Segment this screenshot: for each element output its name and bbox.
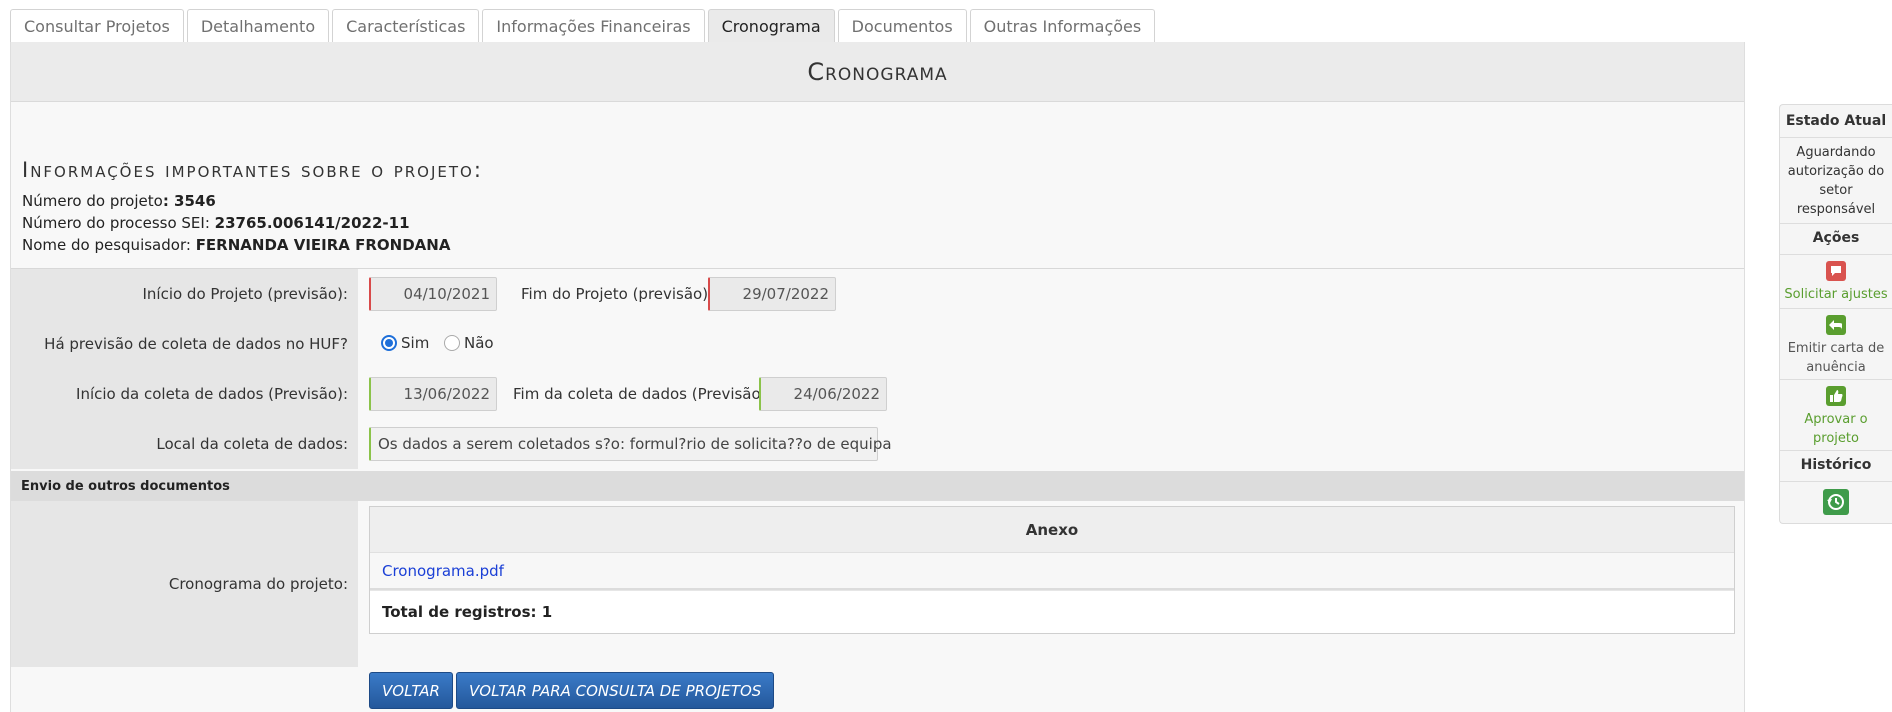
location-field[interactable]: Os dados a serem coletados s?o: formul?r… <box>369 427 892 461</box>
radio-sim-indicator[interactable] <box>381 335 397 351</box>
attachment-table: Anexo Cronograma.pdf Total de registros:… <box>369 506 1735 634</box>
tab-detalhamento[interactable]: Detalhamento <box>186 9 330 42</box>
current-state-title: Estado Atual <box>1785 113 1887 129</box>
location-row: Local da coleta de dados: Os dados a ser… <box>11 419 1744 469</box>
project-end-field[interactable]: 29/07/2022 <box>708 277 836 311</box>
side-divider <box>1780 379 1892 380</box>
side-divider <box>1780 481 1892 482</box>
status-side-panel: Estado Atual Aguardando autorização do s… <box>1779 104 1892 524</box>
location-label: Local da coleta de dados: <box>11 419 358 469</box>
project-start-field[interactable]: 04/10/2021 <box>369 277 497 311</box>
project-start-label: Início do Projeto (previsão): <box>11 269 358 319</box>
radio-sim-label: Sim <box>401 334 430 352</box>
side-divider <box>1780 223 1892 224</box>
side-divider <box>1780 254 1892 255</box>
researcher-label: Nome do pesquisador: <box>22 236 191 254</box>
side-divider <box>1780 450 1892 451</box>
project-end-label: Fim do Projeto (previsão): <box>521 285 714 303</box>
project-number-label: Número do projeto <box>22 192 163 210</box>
tab-consultar-projetos[interactable]: Consultar Projetos <box>10 9 184 42</box>
tab-outras-informacoes[interactable]: Outras Informações <box>969 9 1156 42</box>
radio-nao[interactable]: Não <box>444 334 494 352</box>
side-divider <box>1780 137 1892 138</box>
radio-sim[interactable]: Sim <box>381 334 429 352</box>
tab-informacoes-financeiras[interactable]: Informações Financeiras <box>482 9 705 42</box>
researcher-value: FERNANDA VIEIRA FRONDANA <box>195 236 451 254</box>
actions-title: Ações <box>1812 230 1860 246</box>
emit-letter-label: Emitir carta de anuência <box>1787 341 1885 375</box>
tab-documentos[interactable]: Documentos <box>837 9 967 42</box>
reply-arrow-icon <box>1826 315 1846 335</box>
history-icon <box>1823 489 1849 515</box>
info-section-title: Informações importantes sobre o projeto: <box>22 158 483 182</box>
tab-caracteristicas[interactable]: Características <box>332 9 480 42</box>
back-button[interactable]: VOLTAR <box>369 672 453 709</box>
researcher-line: Nome do pesquisador: FERNANDA VIEIRA FRO… <box>22 236 450 254</box>
sei-label: Número do processo SEI: <box>22 214 210 232</box>
attachment-link[interactable]: Cronograma.pdf <box>382 562 504 580</box>
sei-number-line: Número do processo SEI: 23765.006141/202… <box>22 214 410 232</box>
schedule-attachment-label: Cronograma do projeto: <box>11 501 358 667</box>
collection-question-row: Há previsão de coleta de dados no HUF? S… <box>11 319 1744 369</box>
side-divider <box>1780 308 1892 309</box>
total-records: Total de registros: 1 <box>370 590 1734 633</box>
project-dates-row: Início do Projeto (previsão): 04/10/2021… <box>11 269 1744 319</box>
thumbs-up-icon <box>1826 386 1846 406</box>
table-row: Cronograma.pdf <box>370 553 1734 590</box>
current-state-text: Aguardando autorização do setor responsá… <box>1787 145 1885 217</box>
back-to-list-button[interactable]: VOLTAR PARA CONSULTA DE PROJETOS <box>456 672 775 709</box>
tab-bar: Consultar Projetos Detalhamento Caracter… <box>10 9 1156 42</box>
request-adjust-button[interactable]: Solicitar ajustes <box>1780 261 1892 304</box>
tab-cronograma[interactable]: Cronograma <box>707 9 835 42</box>
collection-start-label: Início da coleta de dados (Previsão): <box>11 369 358 419</box>
attachment-table-header: Anexo <box>370 507 1734 553</box>
history-title: Histórico <box>1800 457 1872 473</box>
project-number-line: Número do projeto: 3546 <box>22 192 216 210</box>
request-adjust-label: Solicitar ajustes <box>1784 287 1888 302</box>
collection-end-label: Fim da coleta de dados (Previsão): <box>513 385 772 403</box>
emit-letter-button[interactable]: Emitir carta de anuência <box>1780 315 1892 377</box>
collection-dates-row: Início da coleta de dados (Previsão): 13… <box>11 369 1744 419</box>
history-button[interactable] <box>1780 489 1892 519</box>
page-title: Cronograma <box>11 42 1744 102</box>
other-docs-section-header: Envio de outros documentos <box>11 471 1744 501</box>
approve-label: Aprovar o projeto <box>1804 412 1868 446</box>
project-number-value: 3546 <box>174 192 216 210</box>
collection-end-field[interactable]: 24/06/2022 <box>759 377 887 411</box>
collection-start-field[interactable]: 13/06/2022 <box>369 377 497 411</box>
comment-icon <box>1826 261 1846 281</box>
sei-value: 23765.006141/2022-11 <box>214 214 410 232</box>
form-area: Início do Projeto (previsão): 04/10/2021… <box>11 268 1744 712</box>
main-panel: Cronograma Informações importantes sobre… <box>10 42 1745 712</box>
radio-nao-indicator[interactable] <box>444 335 460 351</box>
approve-button[interactable]: Aprovar o projeto <box>1780 386 1892 448</box>
radio-nao-label: Não <box>464 334 494 352</box>
collection-question-label: Há previsão de coleta de dados no HUF? <box>11 319 358 369</box>
